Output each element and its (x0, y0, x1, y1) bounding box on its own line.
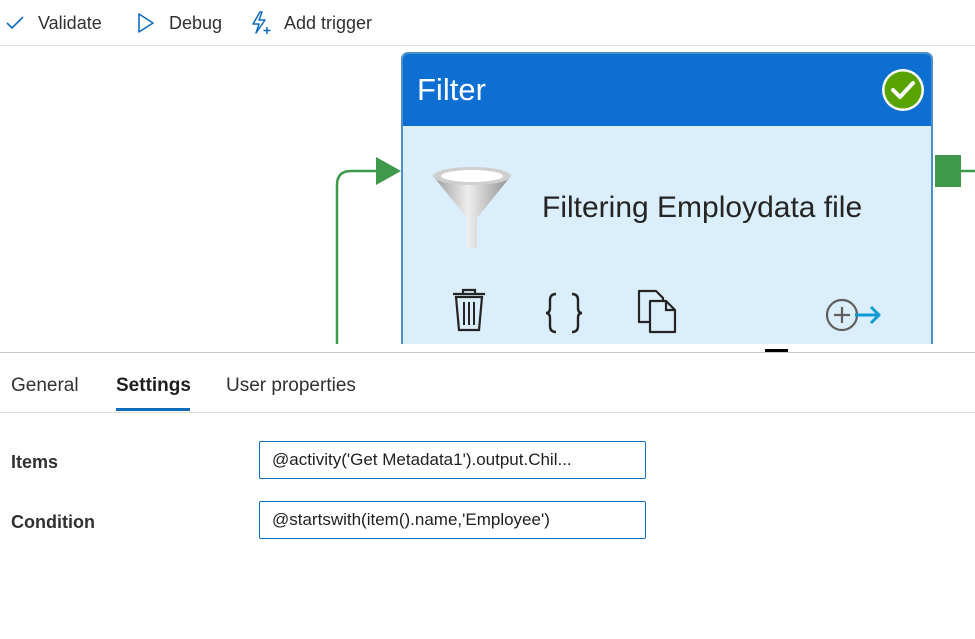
validate-label: Validate (38, 12, 102, 33)
delete-icon[interactable] (451, 288, 487, 337)
code-braces-icon[interactable] (544, 292, 584, 339)
checkmark-icon (6, 16, 24, 30)
items-input[interactable]: @activity('Get Metadata1').output.Chil..… (259, 441, 646, 479)
items-label: Items (11, 452, 59, 472)
add-output-icon[interactable] (825, 298, 883, 337)
panel-tabs: General Settings User properties (0, 353, 975, 413)
filter-activity[interactable]: Filter Filtering Employdata file (401, 52, 933, 344)
condition-label: Condition (11, 512, 95, 532)
play-icon (137, 12, 155, 34)
activity-header: Filter (403, 54, 931, 126)
pipeline-canvas[interactable]: Filter Filtering Employdata file (0, 47, 975, 344)
filter-funnel-icon (431, 166, 513, 255)
copy-icon[interactable] (636, 288, 680, 339)
active-tab-indicator (116, 408, 190, 411)
lightning-add-icon (250, 11, 272, 35)
debug-label: Debug (169, 12, 223, 33)
condition-input[interactable]: @startswith(item().name,'Employee') (259, 501, 646, 539)
add-trigger-label: Add trigger (284, 12, 373, 33)
pipeline-toolbar: Validate Debug Add trigger (0, 0, 975, 46)
tab-user-properties[interactable]: User properties (226, 375, 356, 397)
properties-panel: General Settings User properties Items @… (0, 352, 975, 639)
tab-settings[interactable]: Settings (116, 375, 191, 397)
tab-general[interactable]: General (11, 375, 79, 397)
validate-button[interactable]: Validate (6, 0, 102, 46)
add-trigger-button[interactable]: Add trigger (250, 0, 372, 46)
activity-type-title: Filter (417, 72, 486, 107)
success-check-icon (881, 68, 925, 117)
activity-name: Filtering Employdata file (542, 191, 863, 224)
debug-button[interactable]: Debug (137, 0, 222, 46)
